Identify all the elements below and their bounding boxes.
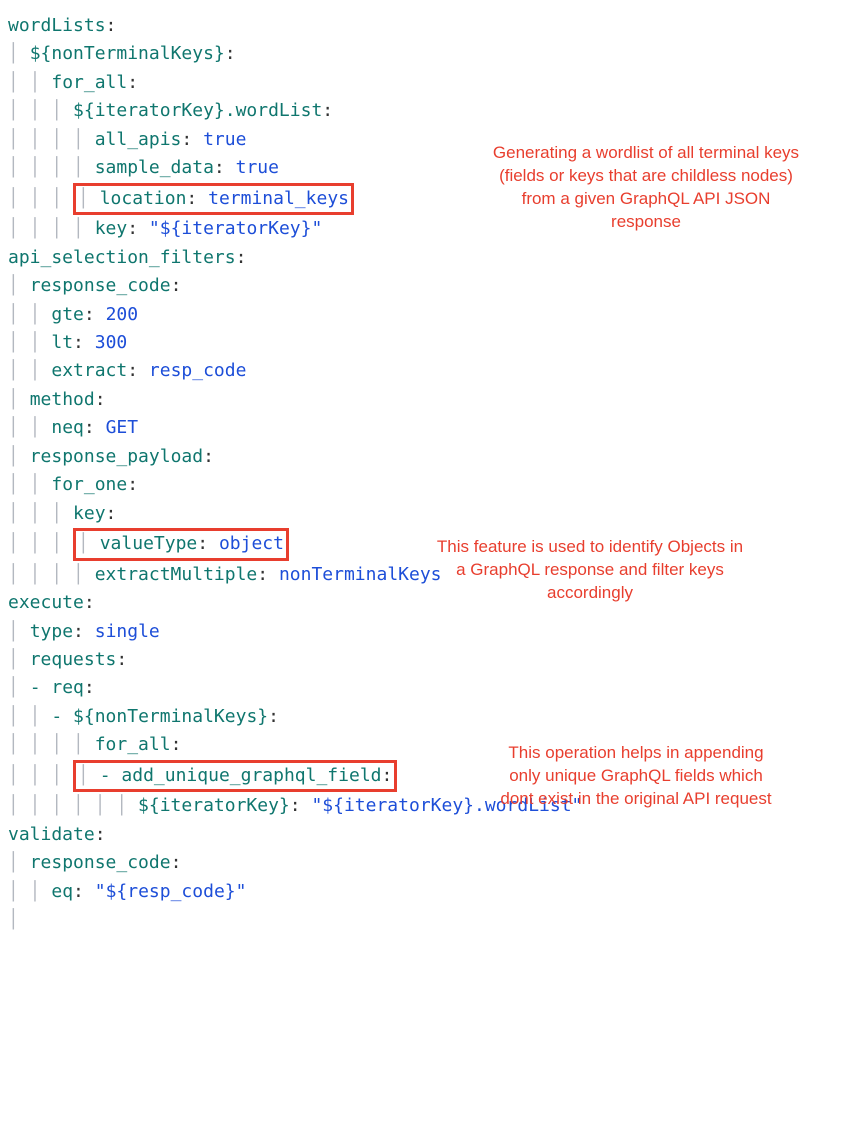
annotation-2: This feature is used to identify Objects… [430, 536, 750, 605]
key-valueType: valueType [100, 533, 198, 554]
highlight-location: │ location: terminal_keys [73, 183, 354, 216]
key-req: req [51, 677, 84, 698]
key-for_all-2: for_all [95, 734, 171, 755]
key-type: type [30, 621, 73, 642]
annotation-3: This operation helps in appending only u… [496, 742, 776, 811]
val-gte: 200 [106, 304, 139, 325]
key-requests: requests [30, 649, 117, 670]
key-for_all-1: for_all [51, 72, 127, 93]
key-iteratorKey2: ${iteratorKey} [138, 795, 290, 816]
val-sample_data: true [236, 157, 279, 178]
key-add_unique_graphql_field: add_unique_graphql_field [121, 765, 381, 786]
val-neq: GET [106, 417, 139, 438]
key-validate: validate [8, 824, 95, 845]
key-extractMultiple: extractMultiple [95, 564, 258, 585]
key-location: location [100, 188, 187, 209]
key-nonTerminalKeys-1: ${nonTerminalKeys} [30, 43, 225, 64]
val-location: terminal_keys [208, 188, 349, 209]
val-all_apis: true [203, 129, 246, 150]
val-eq: "${resp_code}" [95, 881, 247, 902]
val-key: "${iteratorKey}" [149, 218, 322, 239]
annotation-1: Generating a wordlist of all terminal ke… [486, 142, 806, 234]
val-valueType: object [219, 533, 284, 554]
key-response_code: response_code [30, 275, 171, 296]
val-lt: 300 [95, 332, 128, 353]
val-extractMultiple: nonTerminalKeys [279, 564, 442, 585]
val-extract: resp_code [149, 360, 247, 381]
highlight-valueType: │ valueType: object [73, 528, 289, 561]
key-sample_data: sample_data [95, 157, 214, 178]
key-for_one: for_one [51, 474, 127, 495]
key-all_apis: all_apis [95, 129, 182, 150]
key-key2: key [73, 503, 106, 524]
key-method: method [30, 389, 95, 410]
key-api_selection_filters: api_selection_filters [8, 247, 236, 268]
val-type: single [95, 621, 160, 642]
key-nonTerminalKeys-2: ${nonTerminalKeys} [73, 706, 268, 727]
key-wordLists: wordLists [8, 15, 106, 36]
key-response_code2: response_code [30, 852, 171, 873]
key-eq: eq [51, 881, 73, 902]
code-container: wordLists: │ ${nonTerminalKeys}: │ │ for… [8, 12, 840, 935]
key-response_payload: response_payload [30, 446, 203, 467]
key-iteratorKeyWordList: ${iteratorKey}.wordList [73, 100, 322, 121]
key-key: key [95, 218, 128, 239]
highlight-add_unique: │ - add_unique_graphql_field: [73, 760, 397, 793]
key-extract: extract [51, 360, 127, 381]
key-execute: execute [8, 592, 84, 613]
key-gte: gte [51, 304, 84, 325]
key-neq: neq [51, 417, 84, 438]
key-lt: lt [51, 332, 73, 353]
